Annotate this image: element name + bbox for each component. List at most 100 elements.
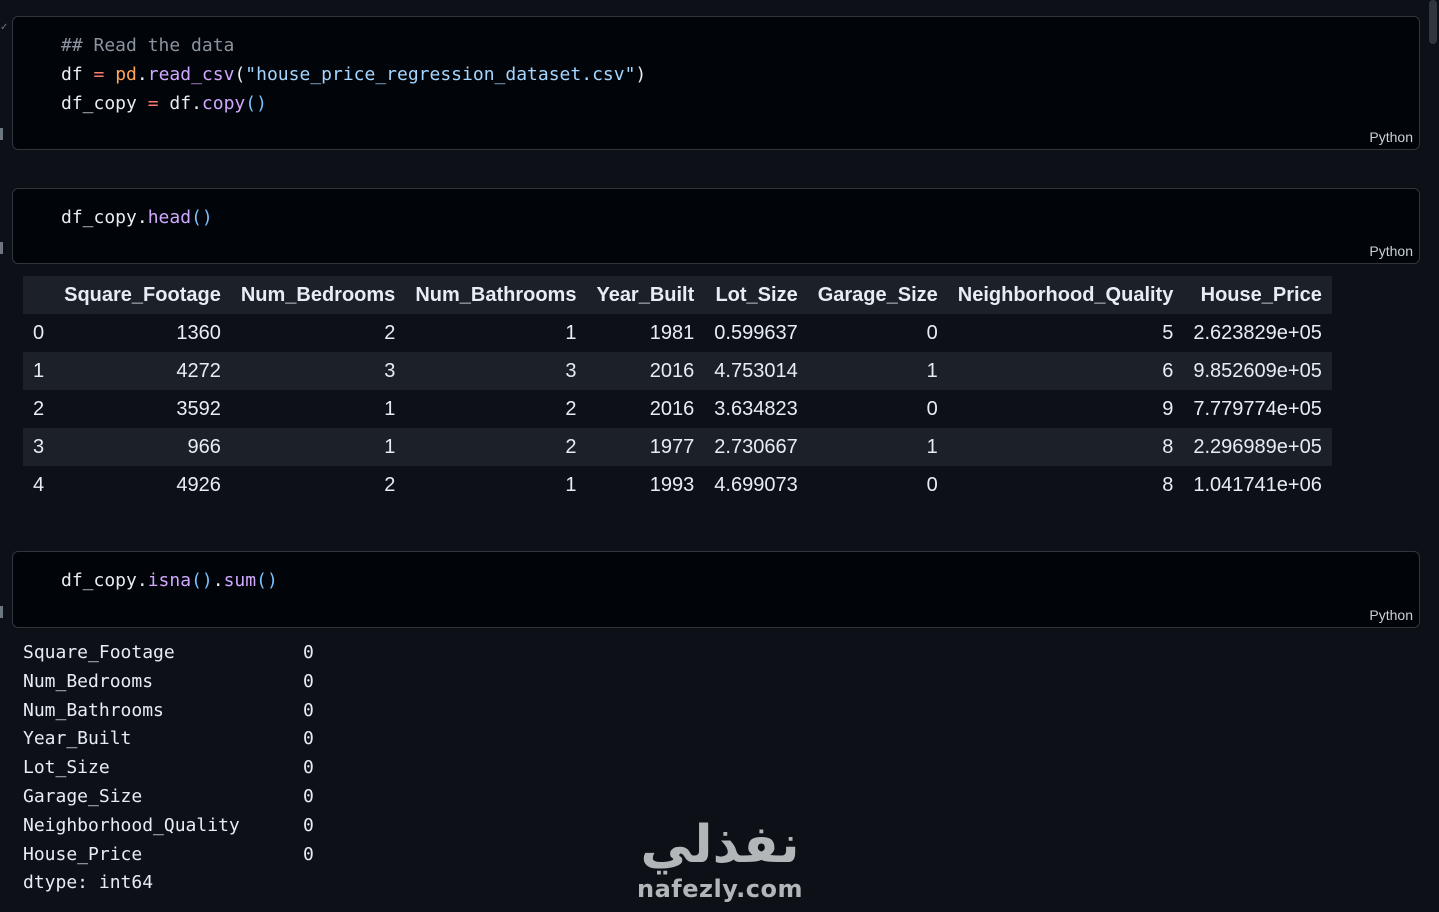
series-value: 0	[303, 843, 314, 865]
series-value: 0	[303, 814, 314, 836]
table-cell: 2.623829e+05	[1193, 321, 1322, 344]
code-token: ## Read the data	[61, 35, 235, 56]
cell-language-label[interactable]: Python	[1369, 243, 1413, 259]
table-cell: 4272	[176, 359, 221, 382]
code-token: (	[234, 64, 246, 85]
code-token: .	[212, 570, 224, 591]
table-cell: 1360	[176, 321, 221, 344]
column-header: Num_Bathrooms	[415, 283, 577, 306]
series-value: 0	[303, 699, 314, 721]
dtype-line: dtype: int64	[23, 872, 154, 894]
collapse-chevron-icon[interactable]: ✓	[0, 22, 8, 33]
code-line: df_copy.isna().sum()	[61, 566, 278, 595]
table-cell: 4.753014	[714, 359, 798, 382]
code-line: df = pd.read_csv("house_price_regression…	[61, 60, 646, 89]
code-token: "house_price_regression_dataset.csv"	[245, 64, 636, 85]
index-header	[23, 276, 54, 314]
table-cell: 1981	[649, 321, 695, 344]
scrollbar[interactable]	[1429, 0, 1437, 44]
series-value: 0	[303, 642, 314, 663]
code-token: df	[169, 93, 192, 114]
series-label: Num_Bathrooms	[23, 699, 164, 721]
table-cell: 1	[926, 359, 938, 382]
cell-language-label[interactable]: Python	[1369, 607, 1413, 623]
code-token: df_copy	[61, 570, 137, 591]
series-label: Lot_Size	[23, 757, 110, 779]
cell-language-label[interactable]: Python	[1369, 129, 1413, 145]
table-cell: 1	[565, 473, 577, 496]
code-token: .	[191, 93, 202, 114]
code-cell-isna[interactable]: df_copy.isna().sum() Python	[12, 551, 1420, 628]
table-cell: 6	[1162, 359, 1174, 382]
table-row: 0 1360 2 1 1981 0.599637 0 5 2.623829e+05	[23, 314, 1332, 352]
table-cell: 3	[384, 359, 396, 382]
table-cell: 4.699073	[714, 473, 798, 496]
code-cell-head[interactable]: df_copy.head() Python	[12, 188, 1420, 264]
code-token: sum	[223, 570, 257, 591]
code-line: ## Read the data	[61, 31, 646, 60]
table-cell: 0	[926, 473, 938, 496]
column-header: Square_Footage	[64, 283, 221, 306]
table-cell: 8	[1162, 435, 1174, 458]
code-token: .	[136, 64, 148, 85]
series-row: Num_Bathrooms 0	[23, 697, 314, 726]
table-header-row: Square_Footage Num_Bedrooms Num_Bathrooms Y…	[23, 276, 1332, 314]
code-token: .	[136, 207, 148, 228]
code-token: ()	[191, 207, 213, 228]
series-row: Num_Bedrooms 0	[23, 668, 314, 697]
code-token: df	[61, 64, 83, 85]
code-token: copy	[201, 93, 246, 114]
series-row: Lot_Size 0	[23, 754, 314, 783]
watermark-arabic-text: نفذلي	[640, 815, 800, 875]
series-row: House_Price 0	[23, 841, 314, 870]
series-row: Year_Built 0	[23, 725, 314, 754]
code-editor[interactable]: ## Read the data df = pd.read_csv("house_…	[61, 31, 646, 118]
series-label: Garage_Size	[23, 785, 143, 807]
table-cell: 8	[1162, 473, 1174, 496]
code-editor[interactable]: df_copy.isna().sum()	[61, 566, 278, 595]
column-header: House_Price	[1200, 283, 1322, 306]
table-row: 4 4926 2 1 1993 4.699073 0 8 1.041741e+06	[23, 466, 1332, 504]
series-label: Num_Bedrooms	[23, 670, 154, 692]
code-line: df_copy = df.copy()	[61, 89, 646, 118]
table-cell: 3592	[176, 397, 221, 420]
table-cell: 2016	[649, 397, 695, 420]
table-cell: 9	[1162, 397, 1174, 420]
column-header: Garage_Size	[817, 283, 938, 306]
series-label: Year_Built	[23, 728, 132, 750]
series-value: 0	[303, 785, 314, 807]
table-cell: 2	[565, 397, 577, 420]
series-value: 0	[303, 728, 314, 750]
cell-gutter-marker	[0, 606, 3, 618]
code-token: head	[147, 207, 192, 228]
series-value: 0	[303, 757, 314, 779]
table-cell: 3.634823	[714, 397, 798, 420]
code-token: read_csv	[147, 64, 235, 85]
table-cell: 2.730667	[714, 435, 798, 458]
code-token: =	[82, 64, 116, 85]
table-cell: 1	[384, 397, 396, 420]
column-header: Neighborhood_Quality	[957, 283, 1174, 306]
code-editor[interactable]: df_copy.head()	[61, 203, 213, 232]
table-cell: 4926	[176, 473, 221, 496]
series-row: Neighborhood_Quality 0	[23, 812, 314, 841]
column-header: Num_Bedrooms	[240, 283, 396, 306]
cell-gutter-marker	[0, 242, 3, 254]
table-cell: 1	[384, 435, 396, 458]
dataframe-output-table: Square_Footage Num_Bedrooms Num_Bathrooms Y…	[23, 276, 1332, 504]
table-cell: 1	[565, 321, 577, 344]
table-cell: 7.779774e+05	[1193, 397, 1322, 420]
code-token: isna	[147, 570, 192, 591]
table-cell: 1977	[649, 435, 695, 458]
table-cell: 1993	[649, 473, 695, 496]
code-line: df_copy.head()	[61, 203, 213, 232]
table-cell: 2	[384, 473, 396, 496]
code-token: )	[635, 64, 647, 85]
row-index-cell: 4	[33, 473, 45, 496]
table-cell: 1.041741e+06	[1193, 473, 1322, 496]
series-label: Neighborhood_Quality	[23, 814, 240, 836]
code-cell-read-data[interactable]: ## Read the data df = pd.read_csv("house_…	[12, 16, 1420, 150]
table-cell: 2	[384, 321, 396, 344]
table-cell: 3	[565, 359, 577, 382]
code-token: =	[136, 93, 170, 114]
